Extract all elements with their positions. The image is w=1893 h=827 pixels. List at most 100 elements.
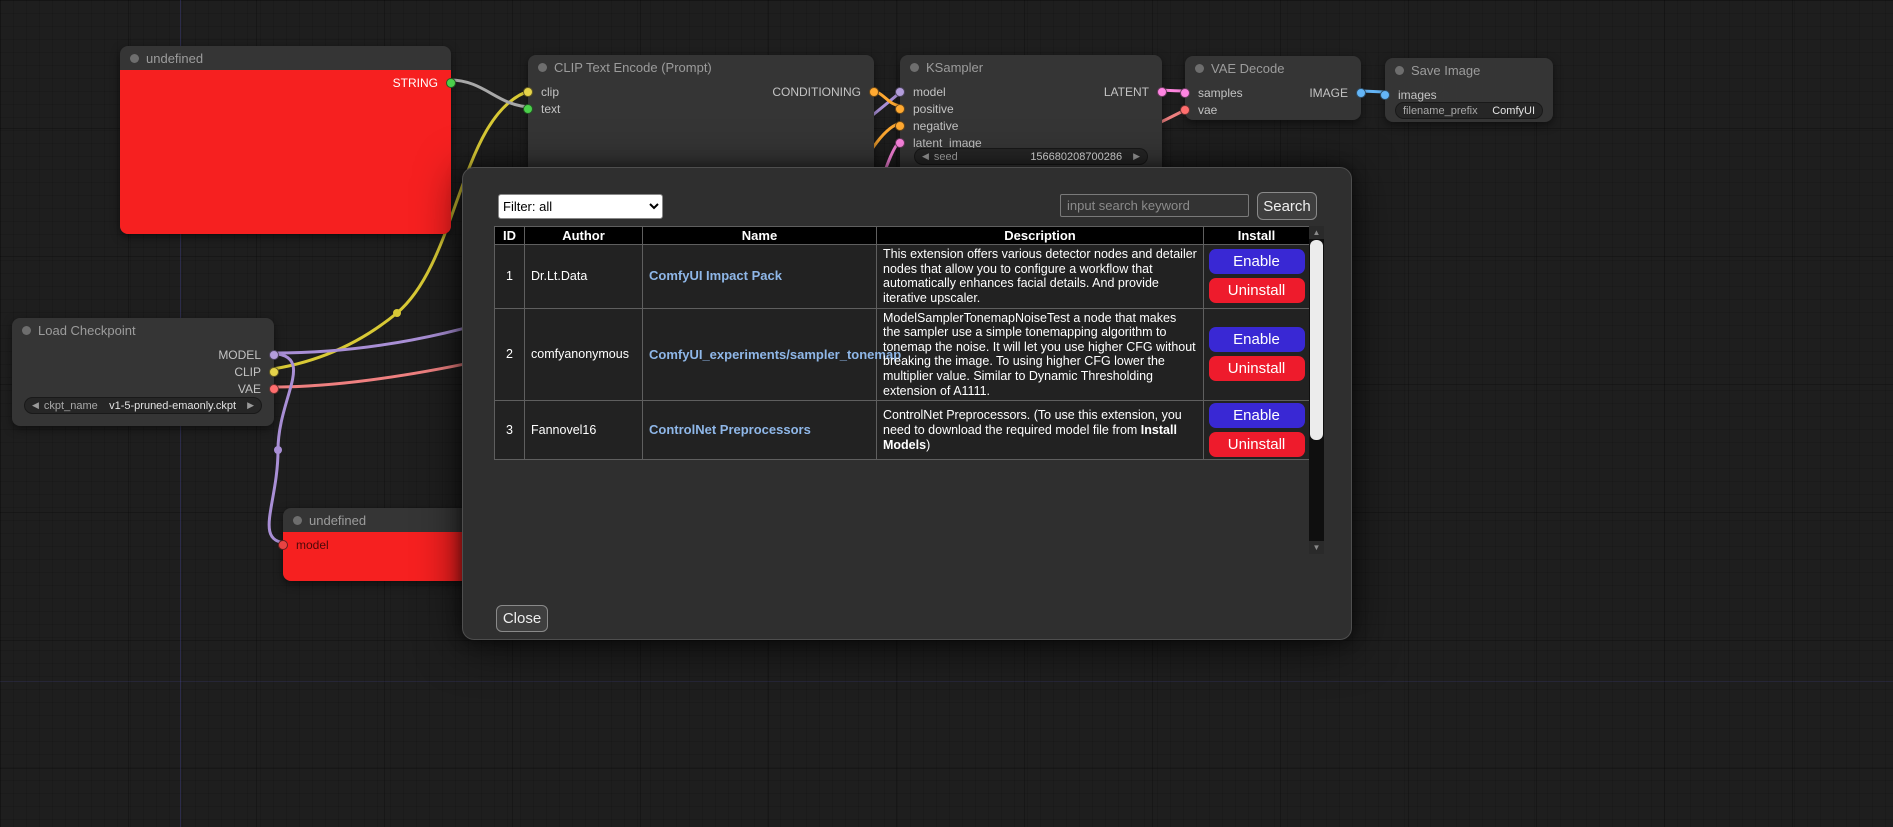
image-output-port[interactable] bbox=[1356, 88, 1366, 98]
decrement-arrow-icon[interactable]: ◀ bbox=[922, 152, 929, 161]
node-clip-text-encode-header[interactable]: CLIP Text Encode (Prompt) bbox=[528, 55, 874, 79]
uninstall-button[interactable]: Uninstall bbox=[1209, 432, 1305, 457]
node-title: Load Checkpoint bbox=[38, 323, 136, 338]
collapse-dot-icon[interactable] bbox=[1395, 66, 1404, 75]
images-input-port[interactable] bbox=[1380, 90, 1390, 100]
scroll-up-icon[interactable]: ▲ bbox=[1309, 226, 1324, 239]
output-vae-label: VAE bbox=[238, 382, 261, 396]
negative-input-port[interactable] bbox=[895, 121, 905, 131]
collapse-dot-icon[interactable] bbox=[293, 516, 302, 525]
filename-prefix-widget[interactable]: filename_prefix ComfyUI bbox=[1395, 102, 1543, 119]
node-undefined-top-body: STRING bbox=[120, 70, 451, 234]
uninstall-button[interactable]: Uninstall bbox=[1209, 278, 1305, 303]
string-output-port[interactable] bbox=[446, 78, 456, 88]
text-input-port[interactable] bbox=[523, 104, 533, 114]
model-input-port[interactable] bbox=[278, 540, 288, 550]
vae-input-port[interactable] bbox=[1180, 105, 1190, 115]
uninstall-button[interactable]: Uninstall bbox=[1209, 356, 1305, 381]
filter-select[interactable]: Filter: all bbox=[498, 194, 663, 219]
node-title: undefined bbox=[309, 513, 366, 528]
seed-widget-label: seed bbox=[934, 151, 958, 163]
column-header-author: Author bbox=[525, 227, 643, 245]
node-load-checkpoint[interactable]: Load Checkpoint MODEL CLIP VAE ◀ ckpt_na… bbox=[12, 318, 274, 426]
vae-output-port[interactable] bbox=[269, 384, 279, 394]
node-title: CLIP Text Encode (Prompt) bbox=[554, 60, 712, 75]
clip-link-midpoint-dot bbox=[393, 309, 401, 317]
filename-prefix-label: filename_prefix bbox=[1403, 105, 1478, 117]
node-title: VAE Decode bbox=[1211, 61, 1284, 76]
latent-image-input-port[interactable] bbox=[895, 138, 905, 148]
input-positive-label: positive bbox=[913, 102, 954, 116]
increment-arrow-icon[interactable]: ▶ bbox=[1133, 152, 1140, 161]
node-load-checkpoint-header[interactable]: Load Checkpoint bbox=[12, 318, 274, 342]
increment-arrow-icon[interactable]: ▶ bbox=[247, 401, 254, 410]
model-link-midpoint-dot bbox=[274, 446, 282, 454]
row-id: 3 bbox=[495, 401, 525, 460]
input-images-label: images bbox=[1398, 88, 1437, 102]
node-title: KSampler bbox=[926, 60, 983, 75]
comfyui-canvas: undefined STRING CLIP Text Encode (Promp… bbox=[0, 0, 1893, 827]
ckpt-name-value: v1-5-pruned-emaonly.ckpt bbox=[109, 400, 236, 412]
extension-link[interactable]: ComfyUI Impact Pack bbox=[649, 268, 782, 283]
model-input-port[interactable] bbox=[895, 87, 905, 97]
extension-link[interactable]: ComfyUI_experiments/sampler_tonemap bbox=[649, 347, 901, 362]
row-author: comfyanonymous bbox=[525, 308, 643, 401]
row-id: 1 bbox=[495, 245, 525, 309]
output-conditioning-label: CONDITIONING bbox=[772, 85, 861, 99]
seed-widget[interactable]: ◀ seed 156680208700286 ▶ bbox=[914, 148, 1148, 165]
output-image-label: IMAGE bbox=[1309, 86, 1348, 100]
input-samples-label: samples bbox=[1198, 86, 1243, 100]
column-header-install: Install bbox=[1204, 227, 1310, 245]
input-model-label: model bbox=[296, 538, 329, 552]
table-row: 3 Fannovel16 ControlNet Preprocessors Co… bbox=[495, 401, 1310, 460]
ckpt-name-label: ckpt_name bbox=[44, 400, 98, 412]
latent-output-port[interactable] bbox=[1157, 87, 1167, 97]
clip-output-port[interactable] bbox=[269, 367, 279, 377]
ckpt-name-widget[interactable]: ◀ ckpt_name v1-5-pruned-emaonly.ckpt ▶ bbox=[24, 397, 262, 414]
node-undefined-top-header[interactable]: undefined bbox=[120, 46, 451, 70]
column-header-id: ID bbox=[495, 227, 525, 245]
node-title: undefined bbox=[146, 51, 203, 66]
node-ksampler-header[interactable]: KSampler bbox=[900, 55, 1162, 79]
input-text-label: text bbox=[541, 102, 560, 116]
input-model-label: model bbox=[913, 85, 946, 99]
close-button[interactable]: Close bbox=[496, 605, 548, 632]
decrement-arrow-icon[interactable]: ◀ bbox=[32, 401, 39, 410]
collapse-dot-icon[interactable] bbox=[130, 54, 139, 63]
table-row: 1 Dr.Lt.Data ComfyUI Impact Pack This ex… bbox=[495, 245, 1310, 309]
conditioning-output-port[interactable] bbox=[869, 87, 879, 97]
scroll-down-icon[interactable]: ▼ bbox=[1309, 541, 1324, 554]
search-button[interactable]: Search bbox=[1257, 192, 1317, 220]
enable-button[interactable]: Enable bbox=[1209, 403, 1305, 428]
seed-widget-value: 156680208700286 bbox=[1030, 151, 1122, 163]
filename-prefix-value: ComfyUI bbox=[1492, 105, 1535, 117]
samples-input-port[interactable] bbox=[1180, 88, 1190, 98]
scrollbar-thumb[interactable] bbox=[1310, 240, 1323, 440]
node-undefined-top[interactable]: undefined STRING bbox=[120, 46, 451, 234]
node-title: Save Image bbox=[1411, 63, 1480, 78]
input-clip-label: clip bbox=[541, 85, 559, 99]
column-header-name: Name bbox=[643, 227, 877, 245]
clip-input-port[interactable] bbox=[523, 87, 533, 97]
collapse-dot-icon[interactable] bbox=[910, 63, 919, 72]
row-description: ControlNet Preprocessors. (To use this e… bbox=[877, 401, 1204, 460]
collapse-dot-icon[interactable] bbox=[1195, 64, 1204, 73]
collapse-dot-icon[interactable] bbox=[538, 63, 547, 72]
node-save-image[interactable]: Save Image images filename_prefix ComfyU… bbox=[1385, 58, 1553, 122]
output-string-label: STRING bbox=[393, 76, 438, 90]
node-save-image-header[interactable]: Save Image bbox=[1385, 58, 1553, 82]
search-input[interactable] bbox=[1060, 194, 1249, 217]
node-vae-decode-header[interactable]: VAE Decode bbox=[1185, 56, 1361, 80]
model-output-port[interactable] bbox=[269, 350, 279, 360]
collapse-dot-icon[interactable] bbox=[22, 326, 31, 335]
install-custom-nodes-dialog: Filter: all Search ID Author Name Descri… bbox=[462, 167, 1352, 640]
table-scrollbar[interactable]: ▲ ▼ bbox=[1309, 226, 1324, 554]
input-negative-label: negative bbox=[913, 119, 958, 133]
enable-button[interactable]: Enable bbox=[1209, 327, 1305, 352]
enable-button[interactable]: Enable bbox=[1209, 249, 1305, 274]
output-clip-label: CLIP bbox=[234, 365, 261, 379]
extension-link[interactable]: ControlNet Preprocessors bbox=[649, 422, 811, 437]
column-header-description: Description bbox=[877, 227, 1204, 245]
positive-input-port[interactable] bbox=[895, 104, 905, 114]
node-vae-decode[interactable]: VAE Decode samples IMAGE vae bbox=[1185, 56, 1361, 120]
